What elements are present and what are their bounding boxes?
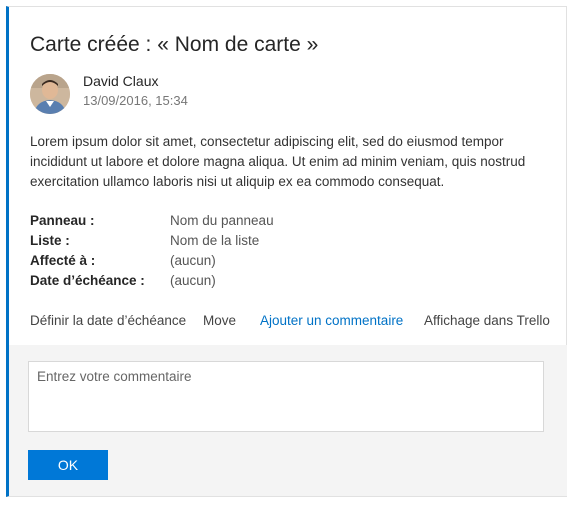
card-fields: Panneau : Nom du panneau Liste : Nom de … — [30, 213, 550, 293]
field-value: Nom du panneau — [170, 213, 274, 228]
field-row-panneau: Panneau : Nom du panneau — [30, 213, 550, 233]
post-timestamp: 13/09/2016, 15:34 — [83, 93, 188, 108]
author-avatar — [30, 74, 70, 114]
add-comment-action[interactable]: Ajouter un commentaire — [260, 313, 403, 328]
field-row-echeance: Date d’échéance : (aucun) — [30, 273, 550, 293]
field-label: Affecté à : — [30, 253, 96, 268]
person-avatar-icon — [30, 74, 70, 114]
field-value: (aucun) — [170, 253, 216, 268]
field-value: Nom de la liste — [170, 233, 260, 248]
set-due-date-action[interactable]: Définir la date d’échéance — [30, 313, 186, 328]
field-label: Date d’échéance : — [30, 273, 145, 288]
move-action[interactable]: Move — [203, 313, 236, 328]
field-value: (aucun) — [170, 273, 216, 288]
card-title: Carte créée : « Nom de carte » — [30, 33, 319, 56]
field-row-affecte: Affecté à : (aucun) — [30, 253, 550, 273]
ok-button[interactable]: OK — [28, 450, 108, 480]
author-name: David Claux — [83, 73, 159, 89]
field-label: Liste : — [30, 233, 70, 248]
connector-card: Carte créée : « Nom de carte » David Cla… — [6, 6, 567, 497]
comment-panel: OK — [9, 345, 567, 496]
field-label: Panneau : — [30, 213, 95, 228]
field-row-liste: Liste : Nom de la liste — [30, 233, 550, 253]
card-description: Lorem ipsum dolor sit amet, consectetur … — [30, 134, 526, 189]
view-in-trello-action[interactable]: Affichage dans Trello — [424, 313, 550, 328]
comment-input[interactable] — [28, 361, 544, 432]
